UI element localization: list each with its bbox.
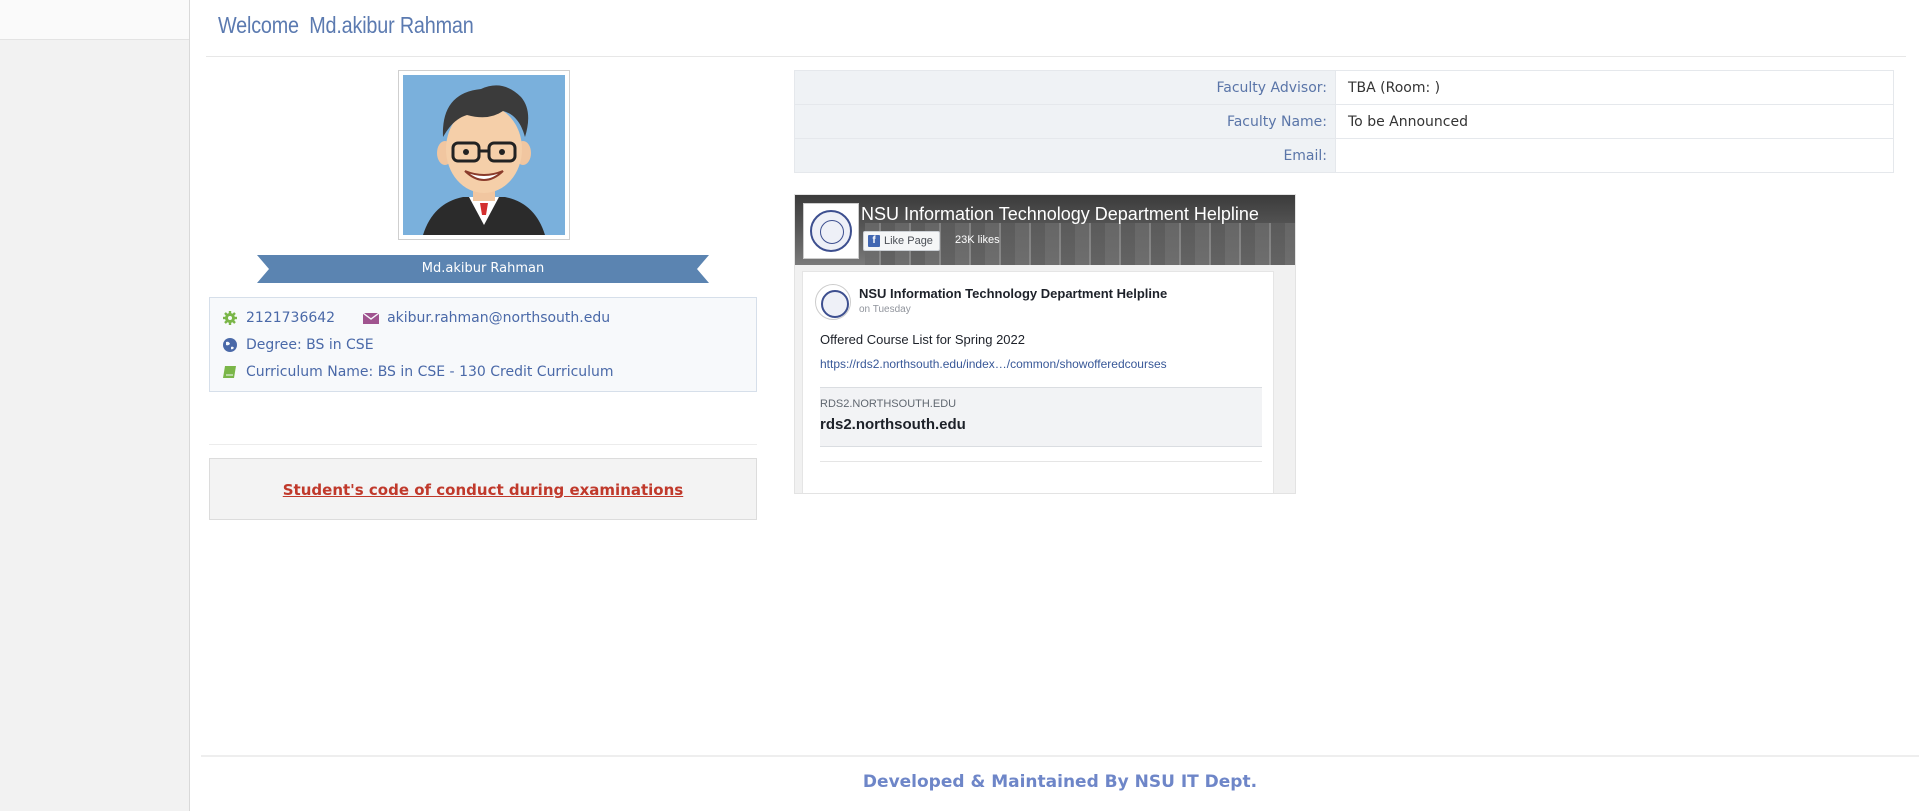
student-email[interactable]: akibur.rahman@northsouth.edu <box>387 310 610 326</box>
sidebar-top <box>0 0 189 40</box>
name-ribbon: Md.akibur Rahman <box>257 255 709 283</box>
likes-count: 23K likes <box>955 234 1000 246</box>
table-row: Email: <box>794 138 1894 173</box>
main-content: Welcome Md.akibur Rahman Md.akibur Rahma… <box>191 0 1919 811</box>
divider <box>209 444 757 445</box>
avatar-image <box>403 75 565 235</box>
divider <box>206 56 1906 57</box>
profile-name: Md.akibur Rahman <box>421 261 545 276</box>
table-row: Faculty Advisor: TBA (Room: ) <box>794 70 1894 105</box>
faculty-name-value: To be Announced <box>1335 104 1894 139</box>
avatar <box>398 70 570 240</box>
divider <box>820 461 1262 462</box>
facebook-page-widget: NSU Information Technology Department He… <box>794 194 1296 494</box>
degree-line: Degree: BS in CSE <box>222 331 744 358</box>
globe-icon <box>222 337 238 353</box>
footer-text: Developed & Maintained By NSU IT Dept. <box>862 772 1258 792</box>
envelope-icon <box>362 310 380 326</box>
conduct-panel: Student's code of conduct during examina… <box>209 458 757 520</box>
card-title: rds2.northsouth.edu <box>820 416 966 433</box>
page-title: Welcome Md.akibur Rahman <box>218 12 484 39</box>
post-link[interactable]: https://rds2.northsouth.edu/index…/commo… <box>820 357 1167 371</box>
faculty-name-label: Faculty Name: <box>794 104 1336 139</box>
fb-page-title[interactable]: NSU Information Technology Department He… <box>861 204 1259 225</box>
conduct-link[interactable]: Student's code of conduct during examina… <box>283 481 683 499</box>
nsu-logo[interactable] <box>803 203 859 259</box>
card-domain: RDS2.NORTHSOUTH.EDU <box>820 398 957 410</box>
degree: Degree: BS in CSE <box>246 336 374 353</box>
table-row: Faculty Name: To be Announced <box>794 104 1894 139</box>
gear-icon <box>222 310 238 326</box>
divider <box>201 755 1919 757</box>
faculty-email-label: Email: <box>794 138 1336 173</box>
curriculum-line: Curriculum Name: BS in CSE - 130 Credit … <box>222 358 744 385</box>
student-id: 2121736642 <box>246 309 336 326</box>
faculty-table: Faculty Advisor: TBA (Room: ) Faculty Na… <box>794 70 1894 173</box>
post-time[interactable]: on Tuesday <box>859 304 911 315</box>
post-author[interactable]: NSU Information Technology Department He… <box>859 286 1167 301</box>
like-page-button[interactable]: f Like Page <box>863 231 940 251</box>
fb-post: NSU Information Technology Department He… <box>802 271 1274 493</box>
welcome-user-name: Md.akibur Rahman <box>309 12 474 38</box>
faculty-email-value <box>1335 138 1894 173</box>
post-author-avatar[interactable] <box>815 284 851 320</box>
sidebar <box>0 0 190 811</box>
id-email-line: 2121736642 akibur.rahman@northsouth.edu <box>222 304 744 331</box>
book-icon <box>222 364 238 380</box>
post-text: Offered Course List for Spring 2022 <box>820 332 1025 347</box>
welcome-label: Welcome <box>218 12 299 38</box>
link-preview-card[interactable]: RDS2.NORTHSOUTH.EDU rds2.northsouth.edu <box>820 387 1262 447</box>
profile-info-box: 2121736642 akibur.rahman@northsouth.edu … <box>209 297 757 392</box>
faculty-advisor-label: Faculty Advisor: <box>794 70 1336 105</box>
facebook-icon: f <box>868 235 880 247</box>
fb-scrollbar[interactable] <box>1278 265 1295 493</box>
like-page-label: Like Page <box>884 235 933 247</box>
curriculum: Curriculum Name: BS in CSE - 130 Credit … <box>246 363 614 380</box>
faculty-advisor-value: TBA (Room: ) <box>1335 70 1894 105</box>
